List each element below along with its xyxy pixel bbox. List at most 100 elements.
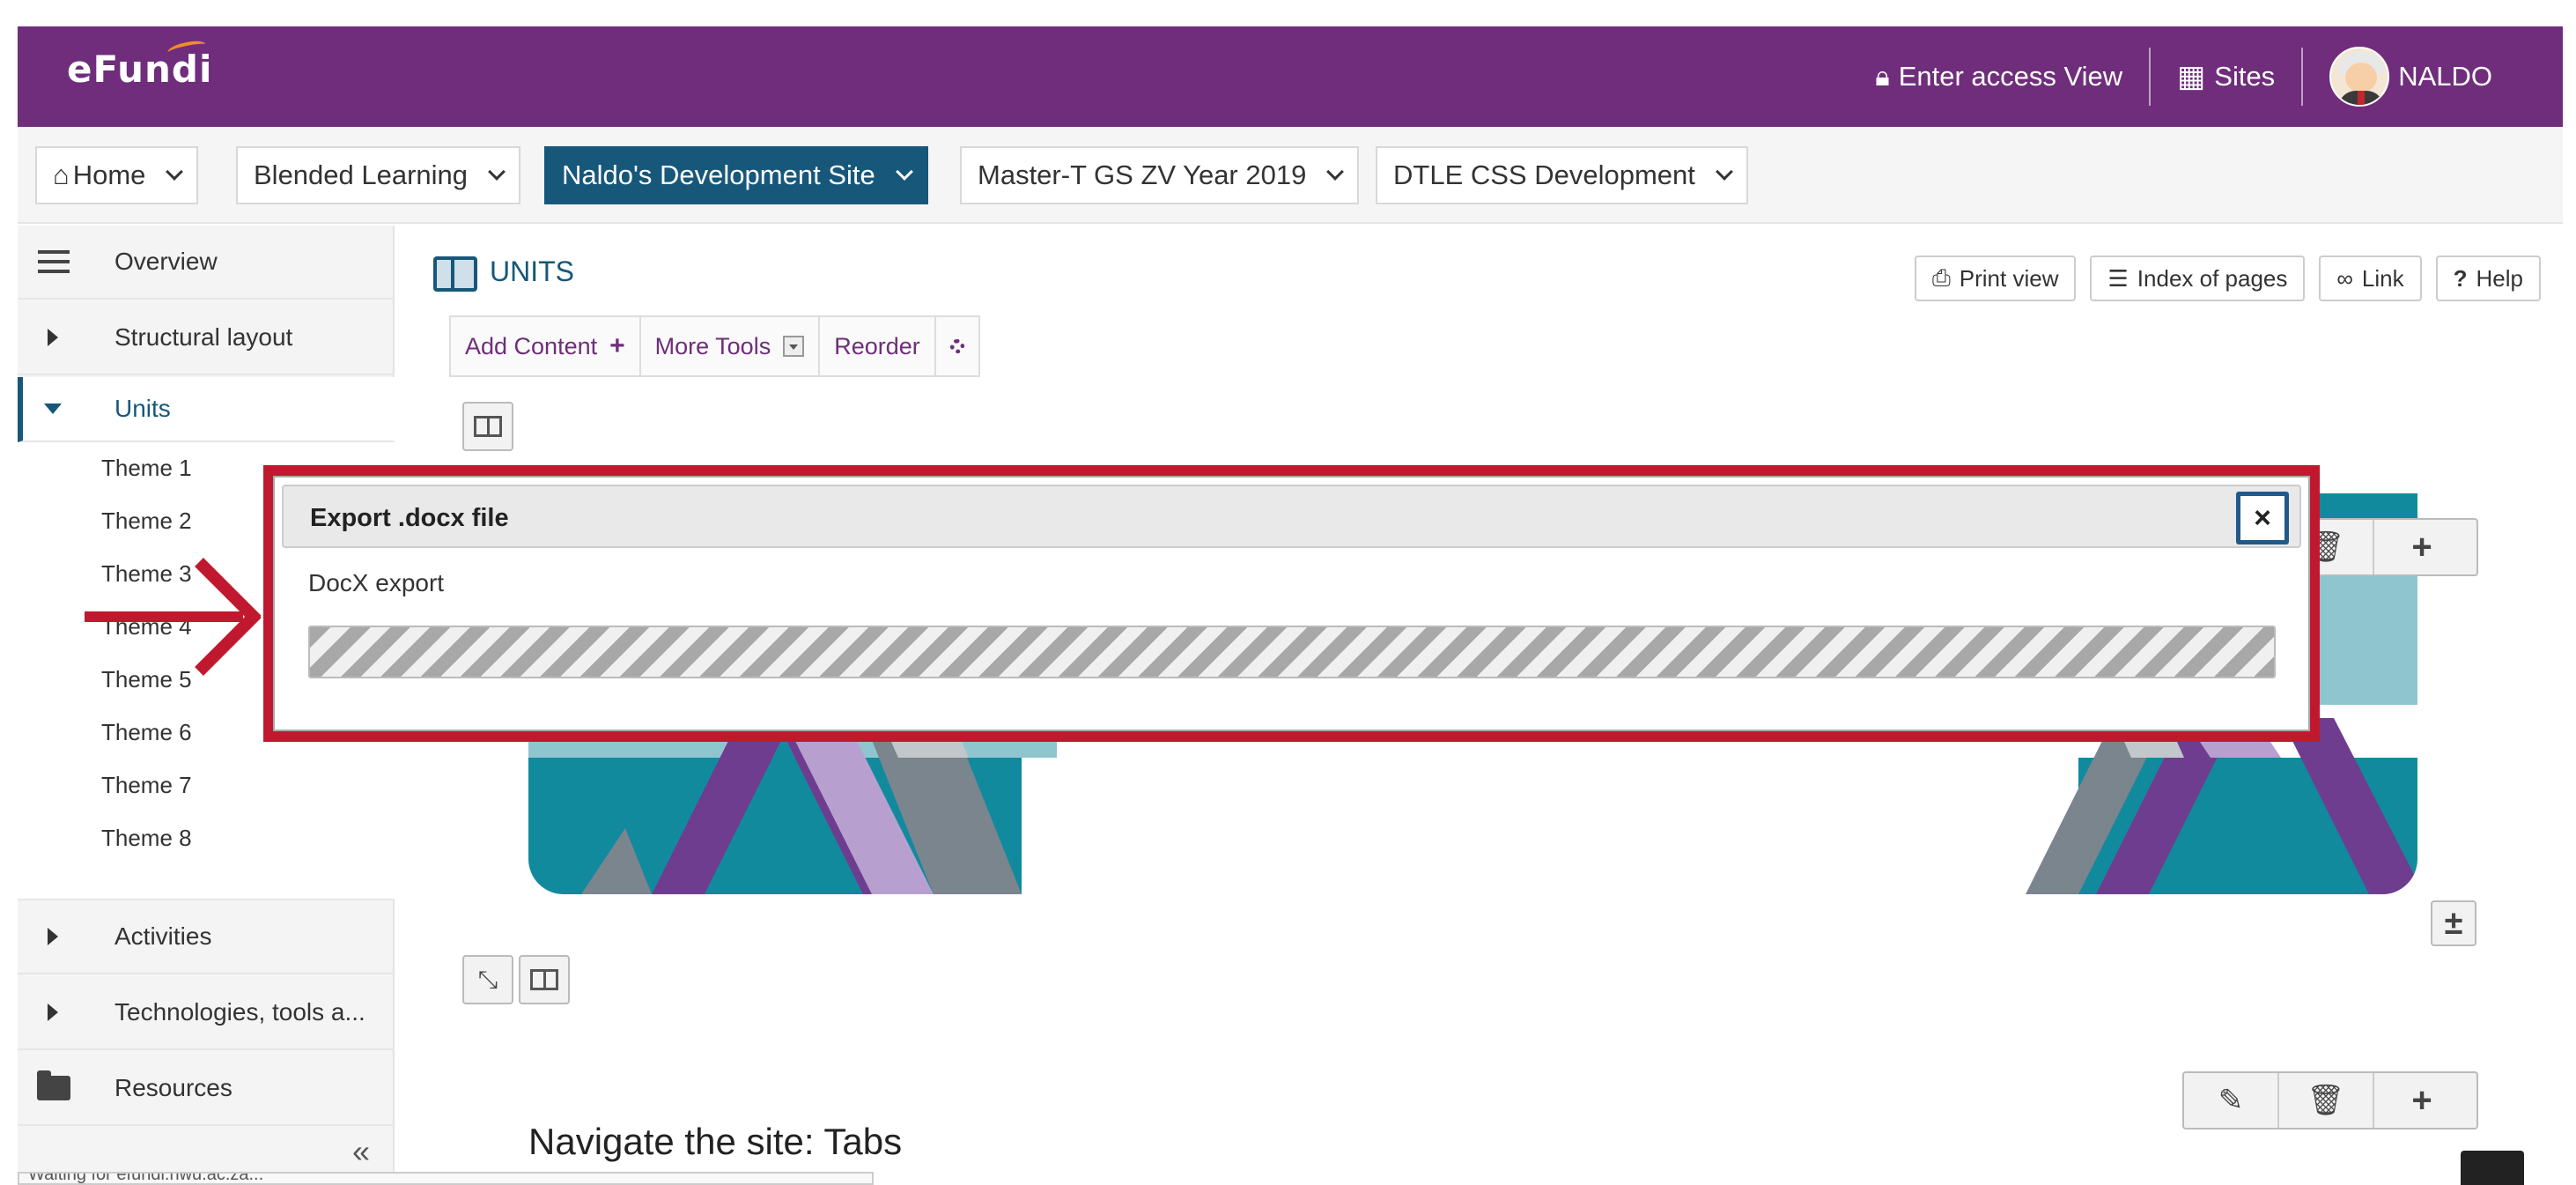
site-tabs-bar: ⌂ Home Blended Learning Naldo's Developm… bbox=[18, 127, 2563, 224]
dialog-header: Export .docx file × bbox=[282, 485, 2301, 548]
submenu-theme-7[interactable]: Theme 7 bbox=[101, 772, 192, 799]
lessons-toolbar: Add Content + More Tools Reorder bbox=[449, 315, 980, 377]
avatar bbox=[2329, 47, 2390, 107]
submenu-theme-1[interactable]: Theme 1 bbox=[101, 455, 192, 482]
sidebar-item-label: Overview bbox=[114, 248, 218, 275]
chevron-down-icon bbox=[895, 163, 913, 181]
add-button[interactable]: + bbox=[2374, 520, 2469, 574]
tab-label: DTLE CSS Development bbox=[1393, 159, 1695, 190]
delete-button[interactable]: 🗑︎ bbox=[2279, 1073, 2374, 1128]
plus-icon: + bbox=[2411, 527, 2432, 567]
page-title-text: UNITS bbox=[490, 256, 574, 287]
link-button[interactable]: ∞ Link bbox=[2319, 256, 2422, 301]
link-icon: ∞ bbox=[2336, 264, 2353, 292]
caret-down-icon bbox=[44, 404, 62, 414]
printer-icon: ⎙ bbox=[1931, 264, 1951, 291]
chevron-down-icon bbox=[1326, 163, 1345, 181]
sidebar-item-label: Resources bbox=[114, 1074, 233, 1101]
button-label: Link bbox=[2361, 264, 2404, 292]
edit-icon: ✎ bbox=[2218, 1084, 2244, 1117]
caret-right-icon bbox=[48, 329, 58, 346]
chevron-down-icon bbox=[1715, 163, 1733, 181]
book-icon bbox=[433, 256, 477, 292]
section-edit-controls: ✎ 🗑︎ + bbox=[2182, 1071, 2478, 1129]
chevron-down-icon bbox=[488, 163, 506, 181]
add-button[interactable]: + bbox=[2374, 1073, 2469, 1128]
reorder-button[interactable]: Reorder bbox=[820, 317, 936, 375]
sidebar-item-label: Activities bbox=[114, 922, 212, 950]
efundi-logo[interactable]: eFundi bbox=[67, 38, 213, 91]
top-header-bar: eFundi 🔒︎ Enter access View ▦ Sites NALD… bbox=[18, 26, 2563, 127]
sites-button[interactable]: ▦ Sites bbox=[2151, 59, 2301, 94]
add-section-button[interactable]: ± bbox=[2431, 900, 2476, 946]
collapse-sidebar-button[interactable]: « bbox=[352, 1133, 370, 1170]
sidebar-item-resources[interactable]: Resources bbox=[18, 1052, 395, 1126]
caret-right-icon bbox=[48, 1004, 58, 1021]
dialog-message: DocX export bbox=[308, 569, 445, 596]
sidebar-item-structural-layout[interactable]: Structural layout bbox=[18, 301, 395, 375]
plus-icon: + bbox=[2411, 1080, 2432, 1120]
trash-icon: 🗑︎ bbox=[2307, 1084, 2345, 1117]
dialog-close-button[interactable]: × bbox=[2236, 492, 2289, 544]
sidebar-item-overview[interactable]: Overview bbox=[18, 226, 395, 300]
column-layout-button[interactable] bbox=[462, 402, 513, 451]
list-icon: ☰ bbox=[2107, 264, 2129, 292]
site-tab-master-t[interactable]: Master-T GS ZV Year 2019 bbox=[960, 146, 1360, 204]
page-title: UNITS bbox=[433, 256, 574, 292]
button-label: More Tools bbox=[654, 332, 771, 359]
logo-text: eFundi bbox=[67, 48, 213, 91]
sidebar-item-activities[interactable]: Activities bbox=[18, 900, 395, 974]
compress-icon: ⤡ bbox=[477, 965, 498, 993]
submenu-theme-2[interactable]: Theme 2 bbox=[101, 507, 192, 535]
plus-icon: + bbox=[609, 331, 625, 360]
sites-label: Sites bbox=[2214, 61, 2276, 92]
sidebar-item-units[interactable]: Units bbox=[18, 377, 395, 442]
enter-access-view-link[interactable]: 🔒︎ Enter access View bbox=[1849, 61, 2149, 93]
annotation-arrow-icon bbox=[85, 558, 261, 676]
tab-label: Home bbox=[72, 159, 146, 190]
site-tab-home[interactable]: ⌂ Home bbox=[35, 146, 199, 204]
more-tools-button[interactable]: More Tools bbox=[641, 317, 821, 375]
sidebar-item-technologies[interactable]: Technologies, tools a... bbox=[18, 976, 395, 1050]
index-of-pages-button[interactable]: ☰ Index of pages bbox=[2090, 256, 2306, 301]
print-view-button[interactable]: ⎙ Print view bbox=[1914, 256, 2077, 301]
add-content-button[interactable]: Add Content + bbox=[451, 317, 641, 375]
tab-label: Naldo's Development Site bbox=[562, 159, 875, 190]
site-tab-naldos-development-site[interactable]: Naldo's Development Site bbox=[544, 146, 928, 204]
sidebar-item-label: Technologies, tools a... bbox=[114, 998, 365, 1026]
page-actions: ⎙ Print view ☰ Index of pages ∞ Link ? H… bbox=[1914, 256, 2541, 301]
tab-label: Blended Learning bbox=[254, 159, 469, 190]
settings-button[interactable] bbox=[936, 317, 978, 375]
submenu-theme-8[interactable]: Theme 8 bbox=[101, 825, 192, 852]
chevron-down-icon bbox=[166, 163, 184, 181]
plus-minus-icon: ± bbox=[2444, 904, 2463, 942]
column-layout-button-2[interactable] bbox=[519, 955, 570, 1004]
export-progress-bar bbox=[308, 626, 2276, 678]
gear-icon bbox=[949, 339, 964, 353]
status-text: Waiting for efundi.nwu.ac.za... bbox=[28, 1172, 264, 1184]
columns-icon bbox=[474, 416, 502, 437]
folder-icon bbox=[37, 1070, 70, 1100]
help-button[interactable]: ? Help bbox=[2435, 256, 2541, 301]
submenu-theme-6[interactable]: Theme 6 bbox=[101, 719, 192, 746]
button-label: Help bbox=[2476, 264, 2523, 292]
user-name: NALDO bbox=[2398, 61, 2492, 92]
collapse-section-button[interactable]: ⤡ bbox=[462, 955, 513, 1004]
home-icon: ⌂ bbox=[53, 159, 70, 190]
button-label: Add Content bbox=[465, 332, 598, 359]
button-label: Reorder bbox=[834, 332, 920, 359]
site-tab-dtle-css[interactable]: DTLE CSS Development bbox=[1376, 146, 1748, 204]
user-menu[interactable]: NALDO bbox=[2303, 47, 2519, 107]
browser-status-bar: Waiting for efundi.nwu.ac.za... bbox=[18, 1172, 874, 1185]
caret-right-icon bbox=[48, 928, 58, 945]
close-icon: × bbox=[2254, 501, 2271, 535]
list-icon bbox=[38, 250, 70, 273]
export-docx-dialog: Export .docx file × DocX export bbox=[273, 476, 2310, 731]
feedback-button[interactable] bbox=[2461, 1151, 2524, 1185]
access-view-label: Enter access View bbox=[1898, 61, 2123, 92]
dropdown-icon bbox=[783, 336, 805, 357]
site-tab-blended-learning[interactable]: Blended Learning bbox=[236, 146, 521, 204]
edit-button[interactable]: ✎ bbox=[2184, 1073, 2279, 1128]
sidebar-item-label: Structural layout bbox=[114, 323, 293, 351]
sidebar-item-label: Units bbox=[114, 395, 171, 422]
